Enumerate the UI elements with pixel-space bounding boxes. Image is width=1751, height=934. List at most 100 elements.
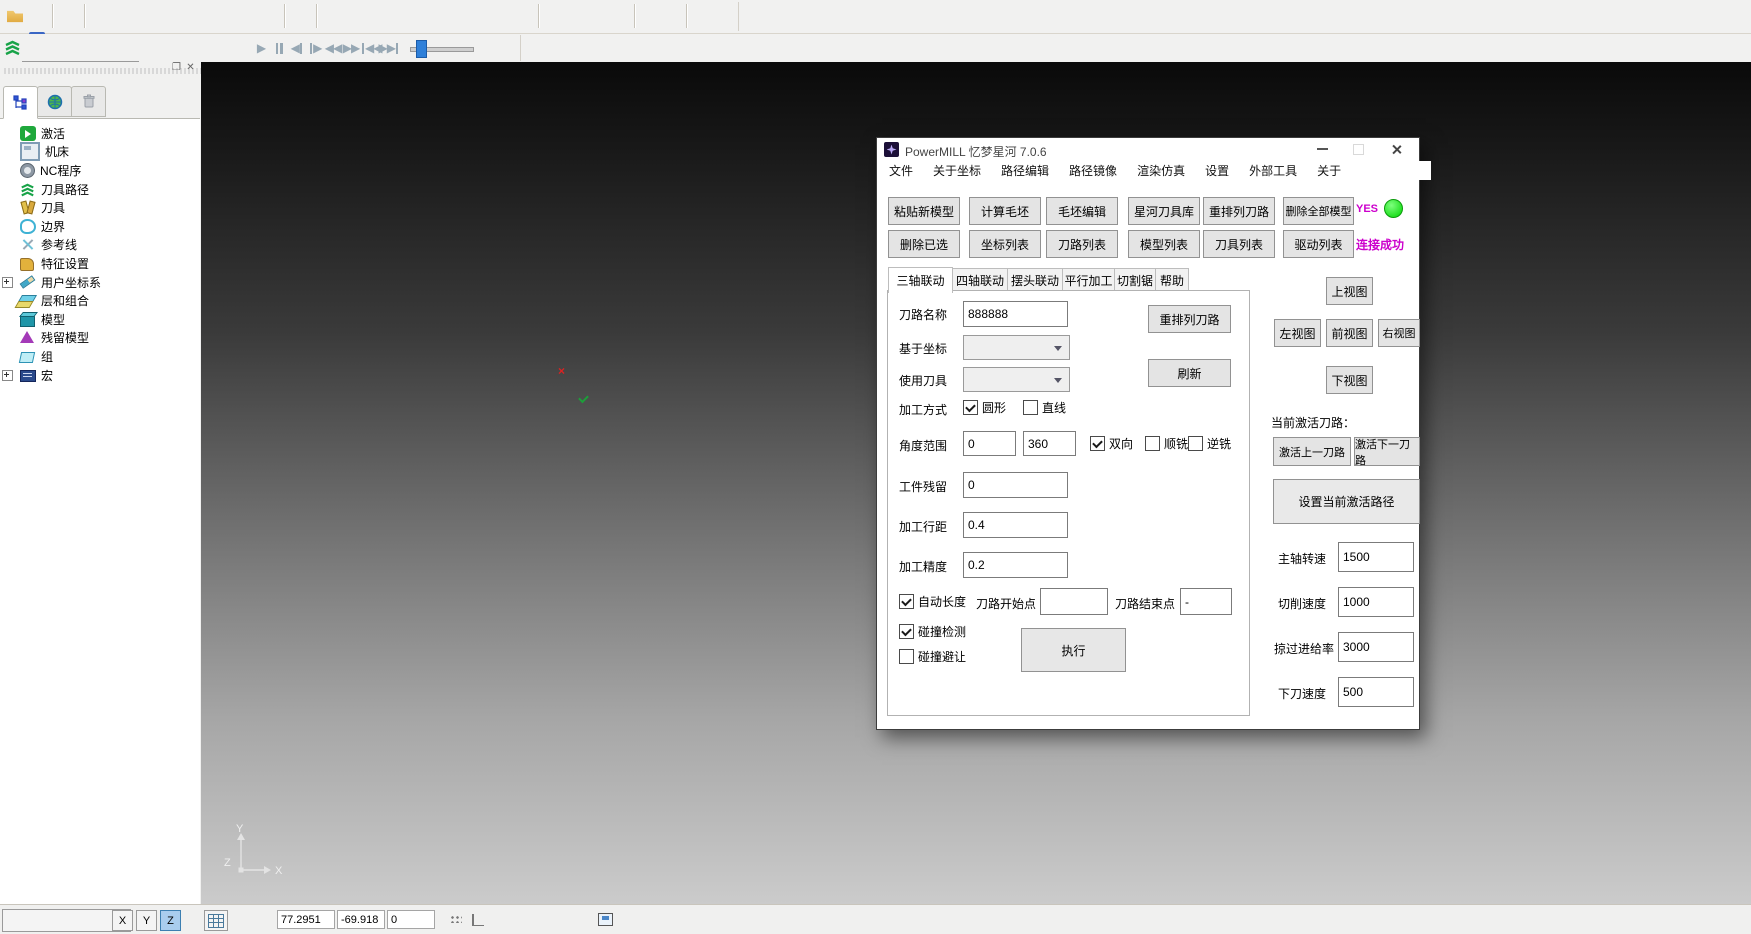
tool-library-button[interactable]: 星河刀具库 xyxy=(1128,197,1200,225)
coord-y-field[interactable] xyxy=(337,910,385,929)
tree-item-models[interactable]: 模型 xyxy=(0,310,200,329)
rearrange-toolpaths-button[interactable]: 重排列刀路 xyxy=(1203,197,1275,225)
spindle-speed-input[interactable] xyxy=(1338,542,1414,572)
method-line-checkbox[interactable]: 直线 xyxy=(1023,399,1066,416)
menu-path-mirror[interactable]: 路径镜像 xyxy=(1069,162,1117,179)
tree-item-patterns[interactable]: 参考线 xyxy=(0,236,200,255)
tree-item-activate[interactable]: 激活 xyxy=(0,124,200,143)
ucs-axes-icon[interactable] xyxy=(472,913,485,926)
view-right-button[interactable]: 右视图 xyxy=(1378,319,1420,347)
tab-explorer-recycle[interactable] xyxy=(71,86,106,117)
block-edit-button[interactable]: 毛坯编辑 xyxy=(1046,197,1118,225)
drive-list-button[interactable]: 驱动列表 xyxy=(1283,230,1354,258)
tree-item-stock-models[interactable]: 残留模型 xyxy=(0,329,200,348)
menu-render-sim[interactable]: 渲染仿真 xyxy=(1137,162,1185,179)
base-coord-dropdown[interactable] xyxy=(963,335,1070,360)
panel-float-icon[interactable]: ❐ xyxy=(170,62,183,74)
coord-list-button[interactable]: 坐标列表 xyxy=(969,230,1041,258)
menu-coordinates[interactable]: 关于坐标 xyxy=(933,162,981,179)
maximize-button[interactable] xyxy=(1343,138,1373,160)
menu-external-tools[interactable]: 外部工具 xyxy=(1249,162,1297,179)
start-point-label: 刀路开始点 xyxy=(976,595,1036,612)
view-left-button[interactable]: 左视图 xyxy=(1274,319,1321,347)
toolpath-sim-icon[interactable] xyxy=(1,36,23,60)
angle-to-input[interactable] xyxy=(1023,431,1076,456)
axis-y-button[interactable]: Y xyxy=(136,910,157,931)
panel-close-icon[interactable]: ✕ xyxy=(184,62,197,74)
dialog-titlebar[interactable]: PowerMILL 忆梦星河 7.0.6 xyxy=(877,138,1419,161)
tab-explorer-web[interactable] xyxy=(37,86,72,117)
coord-x-field[interactable] xyxy=(277,910,335,929)
tab-explorer-tree[interactable] xyxy=(3,86,38,119)
use-tool-dropdown[interactable] xyxy=(963,367,1070,392)
axis-x-button[interactable]: X xyxy=(112,910,133,931)
tree-item-levels[interactable]: 层和组合 xyxy=(0,291,200,310)
coord-z-field[interactable] xyxy=(387,910,435,929)
collision-check-checkbox[interactable]: 碰撞检测 xyxy=(899,623,966,640)
sim-go-end-button[interactable]: ▶▶ xyxy=(374,36,404,60)
tree-item-tools[interactable]: 刀具 xyxy=(0,198,200,217)
start-point-input[interactable] xyxy=(1040,588,1108,615)
menu-path-edit[interactable]: 路径编辑 xyxy=(1001,162,1049,179)
tree-item-feature-sets[interactable]: 特征设置 xyxy=(0,254,200,273)
stock-remain-input[interactable] xyxy=(963,472,1068,498)
menu-settings[interactable]: 设置 xyxy=(1205,162,1229,179)
tree-item-nc-program[interactable]: NC程序 xyxy=(0,161,200,180)
grid-toggle-button[interactable] xyxy=(204,910,228,931)
pattern-icon xyxy=(20,237,36,252)
tree-item-toolpaths[interactable]: 刀具路径 xyxy=(0,180,200,199)
delete-selected-button[interactable]: 删除已选 xyxy=(888,230,960,258)
expander-plus-icon[interactable] xyxy=(2,277,13,288)
method-circle-checkbox[interactable]: 圆形 xyxy=(963,399,1006,416)
sim-speed-slider-handle[interactable] xyxy=(416,40,427,58)
tree-item-boundaries[interactable]: 边界 xyxy=(0,217,200,236)
set-active-path-button[interactable]: 设置当前激活路径 xyxy=(1273,479,1420,524)
calc-block-button[interactable]: 计算毛坯 xyxy=(969,197,1041,225)
method-label: 加工方式 xyxy=(899,401,947,418)
view-front-button[interactable]: 前视图 xyxy=(1326,319,1373,347)
view-bottom-button[interactable]: 下视图 xyxy=(1326,366,1373,394)
status-bar: X Y Z xyxy=(0,904,1751,934)
model-list-button[interactable]: 模型列表 xyxy=(1128,230,1200,258)
machine-icon xyxy=(20,142,40,161)
activate-next-button[interactable]: 激活下一刀路 xyxy=(1354,437,1420,466)
minimize-button[interactable] xyxy=(1307,138,1337,160)
stepover-input[interactable] xyxy=(963,512,1068,538)
skim-feed-input[interactable] xyxy=(1338,632,1414,662)
climb-mill-checkbox[interactable]: 顺铣 xyxy=(1145,435,1188,452)
tree-item-groups[interactable]: 组 xyxy=(0,347,200,366)
toolpath-name-input[interactable] xyxy=(963,301,1068,327)
tolerance-input[interactable] xyxy=(963,552,1068,578)
menu-file[interactable]: 文件 xyxy=(889,162,913,179)
collision-avoid-checkbox[interactable]: 碰撞避让 xyxy=(899,648,966,665)
end-point-input[interactable] xyxy=(1180,588,1232,615)
bidirectional-checkbox[interactable]: 双向 xyxy=(1090,435,1133,452)
open-project-icon[interactable] xyxy=(4,4,26,28)
auto-length-checkbox[interactable]: 自动长度 xyxy=(899,593,966,610)
plunge-feed-input[interactable] xyxy=(1338,677,1414,707)
activate-prev-button[interactable]: 激活上一刀路 xyxy=(1273,437,1351,466)
tab-3axis[interactable]: 三轴联动 xyxy=(888,267,953,293)
display-mode-icon[interactable] xyxy=(598,913,613,926)
view-top-button[interactable]: 上视图 xyxy=(1326,277,1373,305)
expander-plus-icon[interactable] xyxy=(2,370,13,381)
tree-item-workplanes[interactable]: 用户坐标系 xyxy=(0,273,200,292)
delete-all-models-button[interactable]: 删除全部模型 xyxy=(1283,197,1354,225)
form-rearrange-button[interactable]: 重排列刀路 xyxy=(1148,305,1231,333)
angle-range-label: 角度范围 xyxy=(899,437,947,454)
refresh-button[interactable]: 刷新 xyxy=(1148,359,1231,387)
menu-about[interactable]: 关于 xyxy=(1317,162,1341,179)
toolpath-list-button[interactable]: 刀路列表 xyxy=(1046,230,1118,258)
app-star-icon xyxy=(884,142,899,157)
conventional-mill-checkbox[interactable]: 逆铣 xyxy=(1188,435,1231,452)
tool-list-button[interactable]: 刀具列表 xyxy=(1203,230,1275,258)
paste-new-model-button[interactable]: 粘贴新模型 xyxy=(888,197,960,225)
angle-from-input[interactable] xyxy=(963,431,1016,456)
tree-item-machine[interactable]: 机床 xyxy=(0,143,200,162)
close-button[interactable] xyxy=(1381,138,1411,160)
execute-button[interactable]: 执行 xyxy=(1021,628,1126,672)
snap-dots-icon[interactable] xyxy=(450,915,462,923)
cutting-speed-input[interactable] xyxy=(1338,587,1414,617)
axis-z-button[interactable]: Z xyxy=(160,910,181,931)
tree-item-macros[interactable]: 宏 xyxy=(0,366,200,385)
